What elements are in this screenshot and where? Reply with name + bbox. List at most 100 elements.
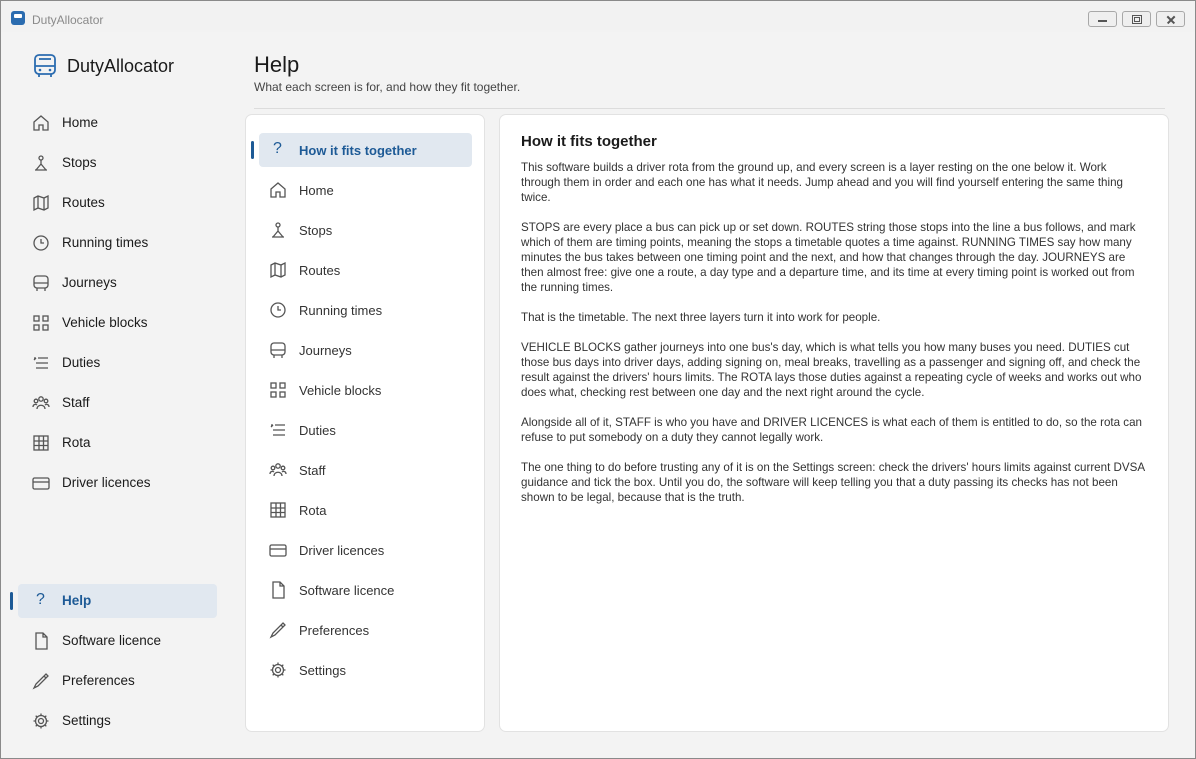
bus-icon <box>33 275 49 291</box>
sidebar-item-vehicle-blocks[interactable]: Vehicle blocks <box>18 306 217 340</box>
page-title: Help <box>254 52 300 77</box>
grid-icon <box>270 382 286 398</box>
toc-item-software-licence[interactable]: Software licence <box>259 573 472 607</box>
toc-item-label: Routes <box>299 263 341 278</box>
toc-item-journeys[interactable]: Journeys <box>259 333 472 367</box>
article-paragraph: That is the timetable. The next three la… <box>521 311 881 324</box>
toc-item-label: Stops <box>299 223 333 238</box>
sidebar-item-home[interactable]: Home <box>18 106 217 140</box>
list-icon <box>270 424 285 436</box>
sidebar-item-label: Journeys <box>62 275 117 290</box>
header-divider <box>254 108 1165 109</box>
article-paragraph: VEHICLE BLOCKS gather journeys into one … <box>521 341 1142 399</box>
stop-icon <box>35 155 47 171</box>
toc-item-stops[interactable]: Stops <box>259 213 472 247</box>
sidebar-item-label: Staff <box>62 395 90 410</box>
pen-icon <box>269 622 286 639</box>
sidebar-item-driver-licences[interactable]: Driver licences <box>18 466 217 500</box>
bus-logo-icon <box>34 54 56 77</box>
toc-item-label: Settings <box>299 663 346 678</box>
toc-item-home[interactable]: Home <box>259 173 472 207</box>
list-icon <box>33 357 48 369</box>
table-icon <box>270 502 286 518</box>
sidebar-item-label: Software licence <box>62 633 162 648</box>
active-indicator <box>10 592 13 610</box>
toc-item-label: Running times <box>299 303 383 318</box>
close-button[interactable] <box>1156 11 1185 27</box>
article-paragraph: This software builds a driver rota from … <box>521 161 1123 204</box>
sidebar-item-label: Help <box>62 593 92 608</box>
bus-icon <box>270 342 286 358</box>
toc-item-label: Vehicle blocks <box>299 383 382 398</box>
sidebar-item-label: Settings <box>62 713 111 728</box>
toc-item-how-it-fits-together[interactable]: ? How it fits together <box>251 133 472 167</box>
toc-item-vehicle-blocks[interactable]: Vehicle blocks <box>259 373 472 407</box>
sidebar-item-staff[interactable]: Staff <box>18 386 217 420</box>
sidebar-item-software-licence[interactable]: Software licence <box>18 624 217 658</box>
sidebar-item-duties[interactable]: Duties <box>18 346 217 380</box>
sidebar-item-label: Duties <box>62 355 101 370</box>
article-paragraph: STOPS are every place a bus can pick up … <box>521 221 1136 294</box>
toc-item-preferences[interactable]: Preferences <box>259 613 472 647</box>
home-icon <box>33 115 49 131</box>
sidebar-item-label: Running times <box>62 235 149 250</box>
toc-item-label: Home <box>299 183 334 198</box>
help-icon: ? <box>36 591 45 608</box>
minimize-button[interactable] <box>1088 11 1117 27</box>
toc-item-label: Journeys <box>299 343 352 358</box>
toc-item-running-times[interactable]: Running times <box>259 293 472 327</box>
toc-item-staff[interactable]: Staff <box>259 453 472 487</box>
people-icon <box>269 463 287 477</box>
document-icon <box>35 632 48 650</box>
page-subtitle: What each screen is for, and how they fi… <box>254 80 521 94</box>
article-heading: How it fits together <box>521 133 657 150</box>
grid-icon <box>33 315 49 331</box>
sidebar: DutyAllocator Home Stops Routes Running … <box>9 32 225 751</box>
help-icon: ? <box>273 140 282 157</box>
article-paragraph: Alongside all of it, STAFF is who you ha… <box>521 416 1142 444</box>
gear-icon <box>33 713 49 729</box>
sidebar-item-label: Driver licences <box>62 475 151 490</box>
sidebar-item-label: Routes <box>62 195 105 210</box>
people-icon <box>32 396 50 410</box>
toc-item-label: Rota <box>299 503 327 518</box>
app-bus-icon <box>11 11 25 25</box>
toc-item-rota[interactable]: Rota <box>259 493 472 527</box>
sidebar-item-running-times[interactable]: Running times <box>18 226 217 260</box>
sidebar-item-label: Rota <box>62 435 91 450</box>
document-icon <box>272 581 285 599</box>
sidebar-item-rota[interactable]: Rota <box>18 426 217 460</box>
toc-item-duties[interactable]: Duties <box>259 413 472 447</box>
sidebar-item-help[interactable]: ? Help <box>10 584 217 618</box>
sidebar-item-stops[interactable]: Stops <box>18 146 217 180</box>
toc-item-routes[interactable]: Routes <box>259 253 472 287</box>
brand-name: DutyAllocator <box>67 55 175 76</box>
window-title: DutyAllocator <box>32 13 104 27</box>
card-icon <box>32 477 50 490</box>
sidebar-item-label: Vehicle blocks <box>62 315 148 330</box>
sidebar-item-preferences[interactable]: Preferences <box>18 664 217 698</box>
gear-icon <box>270 662 286 678</box>
help-article: How it fits together This software build… <box>499 114 1169 732</box>
pen-icon <box>32 673 49 690</box>
sidebar-item-label: Stops <box>62 155 97 170</box>
map-icon <box>270 261 286 279</box>
maximize-button[interactable] <box>1122 11 1151 27</box>
toc-item-driver-licences[interactable]: Driver licences <box>259 533 472 567</box>
sidebar-item-settings[interactable]: Settings <box>18 704 217 738</box>
toc-item-label: Preferences <box>299 623 370 638</box>
brand: DutyAllocator <box>33 51 174 81</box>
stop-icon <box>272 222 284 238</box>
toc-item-settings[interactable]: Settings <box>259 653 472 687</box>
toc-item-label: Software licence <box>299 583 395 598</box>
active-indicator <box>251 141 254 159</box>
sidebar-item-routes[interactable]: Routes <box>18 186 217 220</box>
sidebar-item-journeys[interactable]: Journeys <box>18 266 217 300</box>
table-icon <box>33 435 49 451</box>
help-topics-list: ? How it fits together Home Stops Routes… <box>245 114 485 732</box>
toc-item-label: Staff <box>299 463 326 478</box>
map-icon <box>33 194 49 212</box>
main-panel: Help What each screen is for, and how th… <box>225 32 1188 751</box>
sidebar-item-label: Preferences <box>62 673 135 688</box>
app-window: DutyAllocator DutyAllocator Home Stops R… <box>0 0 1196 759</box>
